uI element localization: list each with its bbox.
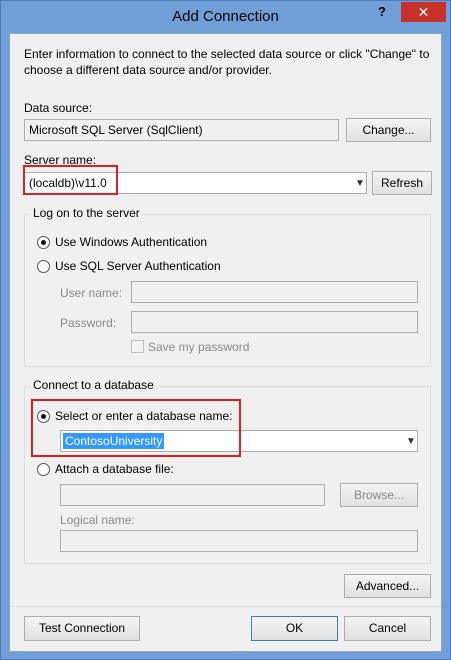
test-connection-button[interactable]: Test Connection xyxy=(24,616,140,641)
username-input[interactable] xyxy=(131,281,418,303)
attach-file-radio[interactable] xyxy=(37,463,50,476)
attach-file-input[interactable] xyxy=(60,484,325,506)
sql-auth-label[interactable]: Use SQL Server Authentication xyxy=(55,259,221,273)
footer-divider xyxy=(10,606,441,607)
dialog-body: Enter information to connect to the sele… xyxy=(9,33,442,652)
password-label: Password: xyxy=(60,316,117,330)
browse-button[interactable]: Browse... xyxy=(340,483,418,507)
password-input[interactable] xyxy=(131,311,418,333)
data-source-field: Microsoft SQL Server (SqlClient) xyxy=(24,119,339,141)
database-group-label: Connect to a database xyxy=(30,378,157,392)
username-label: User name: xyxy=(60,286,123,300)
logical-name-input[interactable] xyxy=(60,530,418,552)
radio-selected-dot xyxy=(41,240,46,245)
data-source-label: Data source: xyxy=(24,101,93,115)
attach-file-label[interactable]: Attach a database file: xyxy=(55,462,174,476)
logical-name-label: Logical name: xyxy=(60,513,135,527)
database-name-highlight xyxy=(31,399,241,457)
change-button[interactable]: Change... xyxy=(346,118,431,142)
cancel-button[interactable]: Cancel xyxy=(344,616,431,641)
help-button[interactable]: ? xyxy=(372,3,392,23)
add-connection-dialog: Add Connection ? ✕ Enter information to … xyxy=(0,0,451,660)
save-password-label: Save my password xyxy=(148,340,250,354)
save-password-checkbox[interactable] xyxy=(131,340,144,353)
data-source-value: Microsoft SQL Server (SqlClient) xyxy=(29,123,203,137)
chevron-down-icon[interactable]: ▼ xyxy=(406,436,416,447)
intro-text-line-2: choose a different data source and/or pr… xyxy=(24,63,272,77)
title-bar[interactable]: Add Connection ? ✕ xyxy=(1,1,450,33)
ok-button[interactable]: OK xyxy=(251,616,338,641)
refresh-button[interactable]: Refresh xyxy=(372,171,432,195)
chevron-down-icon[interactable]: ▼ xyxy=(355,178,365,189)
server-name-highlight xyxy=(23,165,118,195)
windows-auth-label[interactable]: Use Windows Authentication xyxy=(55,235,207,249)
windows-auth-radio[interactable] xyxy=(37,236,50,249)
close-button[interactable]: ✕ xyxy=(401,2,446,22)
advanced-button[interactable]: Advanced... xyxy=(344,574,431,598)
logon-group-label: Log on to the server xyxy=(30,206,143,220)
intro-text-line-1: Enter information to connect to the sele… xyxy=(24,47,430,61)
sql-auth-radio[interactable] xyxy=(37,260,50,273)
